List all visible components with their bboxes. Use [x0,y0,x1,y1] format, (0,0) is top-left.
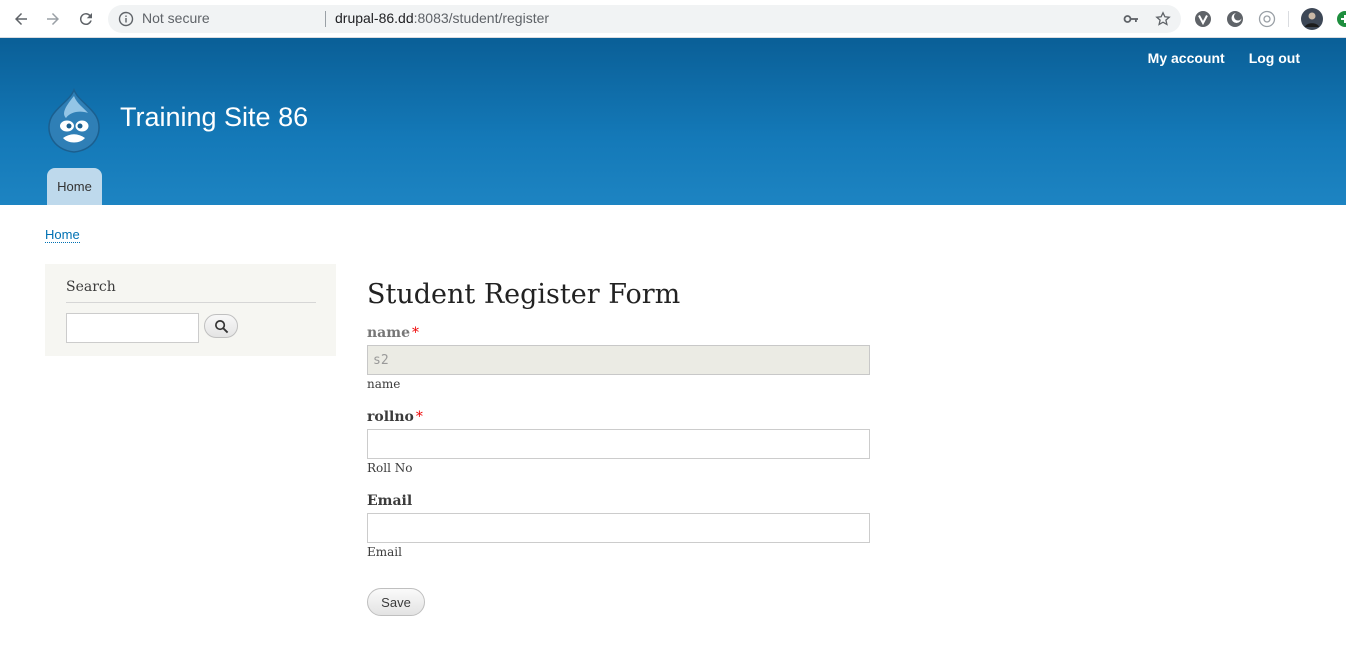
omnibox-separator [325,11,326,27]
security-label: Not secure [142,10,210,26]
name-description: name [367,377,401,391]
back-icon[interactable] [10,8,32,30]
search-button[interactable] [204,314,238,338]
toolbar-divider [1288,11,1289,27]
info-icon[interactable] [118,11,134,27]
breadcrumb: Home [45,227,80,243]
save-button[interactable]: Save [367,588,425,616]
bookmark-star-icon[interactable] [1155,11,1171,27]
my-account-link[interactable]: My account [1148,50,1225,66]
log-out-link[interactable]: Log out [1249,50,1300,66]
secondary-menu: My account Log out [1148,50,1300,66]
forward-icon[interactable] [42,8,64,30]
browser-toolbar: Not secure drupal-86.dd:8083/student/reg… [0,0,1346,38]
url-text[interactable]: drupal-86.dd:8083/student/register [335,10,549,26]
profile-avatar[interactable] [1301,8,1323,30]
site-header: My account Log out Training Site 86 Home [0,38,1346,205]
vivaldi-extension-icon[interactable] [1194,10,1212,28]
reload-icon[interactable] [75,8,97,30]
rollno-label: rollno * [367,409,423,425]
email-field[interactable] [367,513,870,543]
email-description: Email [367,545,402,559]
name-field[interactable] [367,345,870,375]
search-block-title: Search [66,279,116,295]
search-icon [214,319,228,333]
rollno-field[interactable] [367,429,870,459]
drupal-logo[interactable] [44,88,104,154]
site-name[interactable]: Training Site 86 [120,102,308,133]
extension-green-icon[interactable] [1336,10,1346,28]
breadcrumb-home-link[interactable]: Home [45,227,80,243]
search-input[interactable] [66,313,199,343]
name-label: name * [367,325,419,341]
sidebar-search-block: Search [45,264,336,356]
key-icon[interactable] [1123,11,1139,27]
camera-extension-icon[interactable] [1258,10,1276,28]
page-title: Student Register Form [367,279,681,310]
search-block-divider [66,302,316,303]
address-bar[interactable]: Not secure drupal-86.dd:8083/student/reg… [108,5,1181,33]
tab-home[interactable]: Home [47,168,102,205]
email-label: Email [367,493,413,509]
dark-mode-extension-icon[interactable] [1226,10,1244,28]
rollno-description: Roll No [367,461,413,475]
